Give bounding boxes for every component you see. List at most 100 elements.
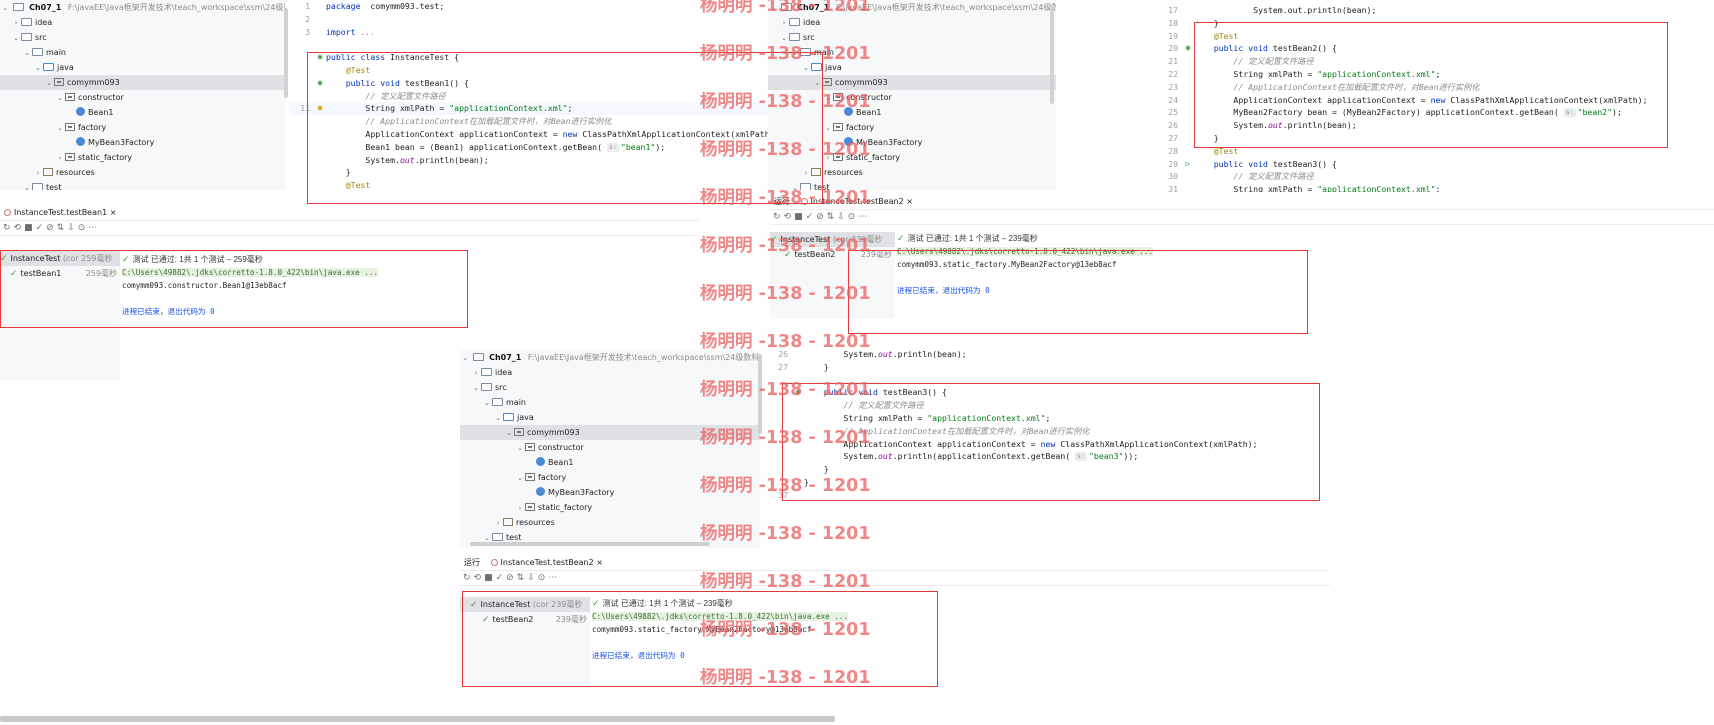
run-gutter-icon[interactable]: ◉ [1182, 42, 1194, 55]
tree-item-java[interactable]: ⌄ java [0, 60, 285, 75]
tree-item-static-factory[interactable]: › static_factory [0, 150, 285, 165]
code-line[interactable]: 29 ▷ public void testBean3() { [1158, 158, 1714, 171]
chevron-down-icon[interactable]: ⌄ [44, 76, 54, 91]
test-item[interactable]: ✓ testBean2 239毫秒 [460, 612, 590, 627]
code-editor-a[interactable]: 1 package comymm093.test; 2 3 import ... ◉ pub… [290, 0, 768, 192]
code-line[interactable]: Bean1 bean = (Bean1) applicationContext.… [290, 141, 768, 154]
tree-item-test[interactable]: ⌄ test [0, 180, 285, 190]
chevron-right-icon[interactable]: › [493, 516, 503, 531]
test-root[interactable]: ✓ InstanceTest (cor 239毫秒 [460, 597, 590, 612]
code-line[interactable]: 22 String xmlPath = "applicationContext.… [1158, 68, 1714, 81]
code-line[interactable]: 37 [768, 489, 1328, 502]
code-line[interactable]: @Test [290, 64, 768, 77]
chevron-down-icon[interactable]: ⌄ [823, 91, 833, 106]
code-line[interactable]: 2 [290, 13, 768, 26]
run-tab[interactable]: InstanceTest.testBean2 × [487, 555, 607, 571]
run-toolbar[interactable]: ↻⟲■✓⊘⇅⇩⊙⋯ [0, 221, 700, 236]
chevron-down-icon[interactable]: ⌄ [515, 441, 525, 456]
tree-item-constructor[interactable]: ⌄ constructor [768, 90, 1056, 105]
tree-item-src[interactable]: ⌄ src [460, 380, 760, 395]
run-gutter-icon[interactable]: ◉ [792, 386, 804, 399]
scrollbar[interactable] [470, 542, 710, 546]
test-root[interactable]: ✓ InstanceTest (cor 259毫秒 [0, 251, 120, 266]
tree-item-test[interactable]: ⌄ test [768, 180, 1056, 190]
code-line[interactable] [768, 374, 1328, 387]
code-line[interactable]: 11 ● String xmlPath = "applicationContext… [290, 102, 768, 116]
code-line[interactable]: // ApplicationContext在加载配置文件时，对Bean进行实例化 [290, 115, 768, 128]
code-line[interactable]: @Test [290, 179, 768, 192]
tree-item-idea[interactable]: › idea [768, 15, 1056, 30]
code-line[interactable]: 18 } [1158, 17, 1714, 30]
chevron-right-icon[interactable]: › [471, 366, 481, 381]
chevron-down-icon[interactable]: ⌄ [515, 471, 525, 486]
tree-item-static-factory[interactable]: › static_factory [460, 500, 760, 515]
tree-item-comymm093[interactable]: ⌄ comymm093 [460, 425, 760, 440]
code-line[interactable]: 28 @Test [1158, 145, 1714, 158]
tree-item-resources[interactable]: › resources [0, 165, 285, 180]
chevron-down-icon[interactable]: ⌄ [790, 46, 800, 61]
code-line[interactable]: 27 } [1158, 132, 1714, 145]
tree-item-bean1[interactable]: Bean1 [0, 105, 285, 120]
code-line[interactable]: 3 import ... [290, 26, 768, 39]
tree-item-idea[interactable]: › idea [460, 365, 760, 380]
code-line[interactable]: 30 // 定义配置文件路径 [1158, 170, 1714, 183]
tree-item-static-factory[interactable]: › static_factory [768, 150, 1056, 165]
code-line[interactable]: ApplicationContext applicationContext = … [290, 128, 768, 141]
code-line[interactable]: // 定义配置文件路径 [768, 399, 1328, 412]
tree-item-java[interactable]: ⌄ java [460, 410, 760, 425]
run-toolbar[interactable]: ↻⟲■✓⊘⇅⇩⊙⋯ [770, 210, 1714, 225]
chevron-right-icon[interactable]: › [515, 501, 525, 516]
code-editor-c[interactable]: 26 System.out.println(bean); 27 } ◉ public… [768, 348, 1328, 516]
code-line[interactable]: ◉ public class InstanceTest { [290, 51, 768, 64]
chevron-down-icon[interactable]: ⌄ [801, 61, 811, 76]
tree-item-bean1[interactable]: Bean1 [768, 105, 1056, 120]
code-line[interactable]: 27 } [768, 361, 1328, 374]
tree-item-main[interactable]: ⌄ main [460, 395, 760, 410]
chevron-down-icon[interactable]: ⌄ [504, 426, 514, 441]
chevron-down-icon[interactable]: ⌄ [22, 181, 32, 190]
tree-item-factory[interactable]: ⌄ factory [768, 120, 1056, 135]
chevron-down-icon[interactable]: ⌄ [779, 31, 789, 46]
chevron-down-icon[interactable]: ⌄ [790, 181, 800, 190]
chevron-right-icon[interactable]: › [55, 151, 65, 166]
code-line[interactable]: ◉ public void testBean1() { [290, 77, 768, 90]
chevron-down-icon[interactable]: ⌄ [55, 121, 65, 136]
code-line[interactable]: 26 System.out.println(bean); [1158, 119, 1714, 132]
run-tab[interactable]: InstanceTest.testBean2 × [797, 194, 917, 210]
code-line[interactable]: 1 package comymm093.test; [290, 0, 768, 13]
test-root[interactable]: ✓ InstanceTest (cor 239毫秒 [770, 232, 895, 247]
scrollbar[interactable] [1050, 4, 1054, 104]
tree-item-mybean3factory[interactable]: MyBean3Factory [768, 135, 1056, 150]
chevron-down-icon[interactable]: ⌄ [823, 121, 833, 136]
tree-item-mybean3factory[interactable]: MyBean3Factory [460, 485, 760, 500]
project-root[interactable]: ⌄ Ch07_1 F:\javaEE\Java框架开发技术\teach_work… [460, 350, 760, 365]
run-gutter-icon[interactable]: ▷ [1182, 158, 1194, 171]
tree-item-constructor[interactable]: ⌄ constructor [460, 440, 760, 455]
code-line[interactable] [290, 38, 768, 51]
code-line[interactable]: ◉ public void testBean3() { [768, 386, 1328, 399]
chevron-down-icon[interactable]: ⌄ [22, 46, 32, 61]
tree-item-constructor[interactable]: ⌄ constructor [0, 90, 285, 105]
chevron-down-icon[interactable]: ⌄ [812, 76, 822, 91]
code-line[interactable]: 31 String xmlPath = "applicationContext.… [1158, 183, 1714, 192]
chevron-down-icon[interactable]: ⌄ [493, 411, 503, 426]
chevron-right-icon[interactable]: › [33, 166, 43, 181]
chevron-right-icon[interactable]: › [11, 16, 21, 31]
tree-item-factory[interactable]: ⌄ factory [0, 120, 285, 135]
scrollbar[interactable] [0, 716, 835, 722]
tree-item-comymm093[interactable]: ⌄ comymm093 [0, 75, 285, 90]
code-line[interactable]: 26 System.out.println(bean); [768, 348, 1328, 361]
run-tab[interactable]: InstanceTest.testBean1 × [0, 205, 120, 221]
code-line[interactable]: System.out.println(bean); [290, 154, 768, 167]
chevron-down-icon[interactable]: ⌄ [471, 381, 481, 396]
tree-item-comymm093[interactable]: ⌄ comymm093 [768, 75, 1056, 90]
chevron-right-icon[interactable]: › [823, 151, 833, 166]
tree-item-resources[interactable]: › resources [460, 515, 760, 530]
chevron-down-icon[interactable]: ⌄ [482, 396, 492, 411]
code-line[interactable]: System.out.println(applicationContext.ge… [768, 450, 1328, 463]
test-item[interactable]: ✓ testBean1 259毫秒 [0, 266, 120, 281]
code-line[interactable]: 17 System.out.println(bean); [1158, 4, 1714, 17]
tree-item-idea[interactable]: › idea [0, 15, 285, 30]
project-root[interactable]: ⌄ Ch07_1 F:\javaEE\Java框架开发技术\teach_work… [768, 0, 1056, 15]
tree-item-resources[interactable]: › resources [768, 165, 1056, 180]
